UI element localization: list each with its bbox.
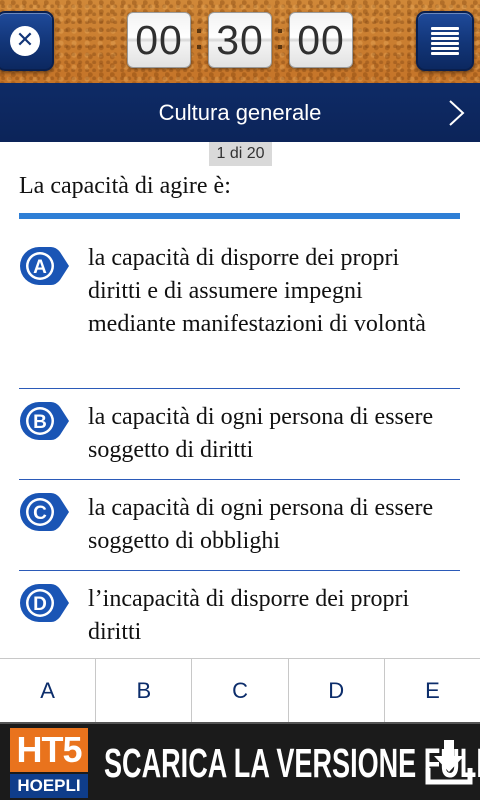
timer-hours: 00 [127,12,191,68]
timer-minutes: 30 [208,12,272,68]
logo-top-text: HT5 [10,728,88,772]
letter-a-badge-icon: A [20,247,69,285]
answer-button-e[interactable]: E [385,659,480,722]
answer-button-c[interactable]: C [192,659,289,722]
answer-button-d[interactable]: D [289,659,385,722]
hoepli-logo: HT5 HOEPLI [10,728,88,798]
svg-text:D: D [33,594,47,615]
answer-button-a[interactable]: A [0,659,97,722]
letter-b-badge-icon: B [20,402,69,440]
close-button[interactable]: ✕ [0,11,54,71]
timer-seconds: 00 [289,12,353,68]
answer-buttons-bar: A B C D E [0,658,480,722]
chevron-right-icon[interactable] [446,99,466,127]
svg-text:C: C [33,503,47,524]
answer-option-d[interactable]: D l’incapacità di disporre dei propri di… [19,571,460,661]
timer-separator [197,29,201,51]
close-icon: ✕ [10,26,40,56]
letter-c-badge-icon: C [20,493,69,531]
svg-text:B: B [33,412,47,433]
question-list-button[interactable] [416,11,474,71]
banner-text: SCARICA LA VERSIONE FULL! [104,740,480,786]
download-icon [425,740,473,785]
question-counter: 1 di 20 [209,142,272,166]
logo-bottom-text: HOEPLI [10,774,88,798]
category-title: Cultura generale [158,99,322,125]
answer-text: la capacità di disporre dei propri dirit… [88,245,426,337]
letter-d-badge-icon: D [20,584,69,622]
answer-option-c[interactable]: C la capacità di ogni persona di essere … [19,480,460,571]
answer-option-a[interactable]: A la capacità di disporre dei propri dir… [19,236,460,389]
svg-text:A: A [33,257,47,278]
countdown-timer: 00 30 00 [127,12,353,68]
answer-button-b[interactable]: B [96,659,193,722]
answer-text: la capacità di ogni persona di essere so… [88,404,434,463]
answer-text: la capacità di ogni persona di essere so… [88,495,434,554]
timer-separator [278,29,282,51]
answer-text: l’incapacità di disporre dei propri diri… [88,586,410,645]
answer-option-b[interactable]: B la capacità di ogni persona di essere … [19,389,460,480]
top-bar: ✕ 00 30 00 [0,0,480,83]
full-version-banner[interactable]: HT5 HOEPLI SCARICA LA VERSIONE FULL! [0,722,480,800]
list-menu-icon [431,27,459,55]
category-bar: Cultura generale [0,83,480,142]
question-text: La capacità di agire è: [19,173,231,199]
question-divider [19,213,460,219]
